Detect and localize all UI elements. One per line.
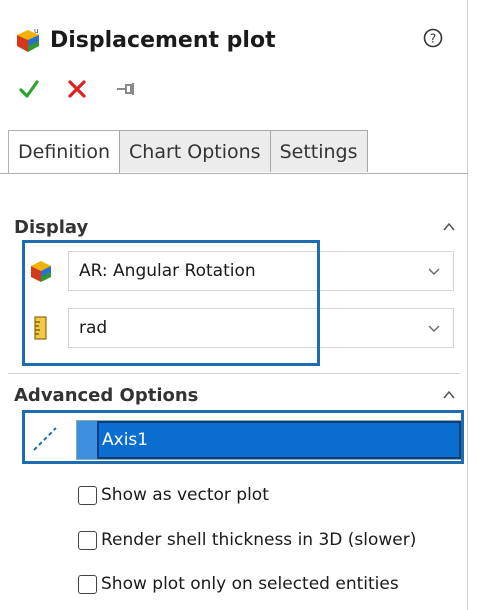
component-row: AR: Angular Rotation <box>28 251 454 291</box>
tab-strip: Definition Chart Options Settings <box>8 130 396 174</box>
chevron-up-icon[interactable] <box>441 219 457 235</box>
pin-button[interactable] <box>114 78 136 100</box>
shell-thickness-checkbox[interactable]: Render shell thickness in 3D (slower) <box>78 525 416 555</box>
tab-chart-options[interactable]: Chart Options <box>119 130 271 172</box>
axis-icon <box>33 427 57 451</box>
result-component-icon <box>31 261 51 282</box>
component-select[interactable]: AR: Angular Rotation <box>68 251 454 291</box>
vector-plot-label: Show as vector plot <box>101 485 269 505</box>
selected-entities-label: Show plot only on selected entities <box>101 574 399 594</box>
pin-icon <box>117 83 134 95</box>
svg-text:?: ? <box>430 32 436 46</box>
chevron-up-icon[interactable] <box>441 387 457 403</box>
section-divider <box>8 373 459 374</box>
advanced-section-title: Advanced Options <box>14 384 199 406</box>
chevron-down-icon <box>428 325 440 332</box>
tab-definition[interactable]: Definition <box>8 130 121 174</box>
check-icon <box>19 80 39 98</box>
advanced-section-header[interactable]: Advanced Options <box>14 380 457 410</box>
chevron-down-icon <box>428 268 440 275</box>
action-bar <box>18 74 136 104</box>
displacement-plot-icon: u <box>17 27 39 52</box>
component-select-value: AR: Angular Rotation <box>79 261 256 281</box>
shell-thickness-label: Render shell thickness in 3D (slower) <box>101 530 417 550</box>
panel-header: u Displacement plot ? <box>14 20 453 60</box>
svg-text:u: u <box>34 27 38 35</box>
axis-color-swatch <box>77 421 97 459</box>
axis-selection-field[interactable]: Axis1 <box>76 420 462 460</box>
close-icon <box>68 80 86 98</box>
checkbox[interactable] <box>78 530 97 550</box>
axis-selected-item[interactable]: Axis1 <box>97 421 461 459</box>
ok-button[interactable] <box>18 78 40 100</box>
units-select-value: rad <box>79 318 108 338</box>
axis-row: Axis1 <box>22 414 464 464</box>
page-title: Displacement plot <box>50 27 276 53</box>
property-manager-panel: u Displacement plot ? Definition Chart O… <box>0 0 468 610</box>
display-section-header[interactable]: Display <box>14 212 457 242</box>
checkbox[interactable] <box>78 574 97 594</box>
units-select[interactable]: rad <box>68 308 454 348</box>
cancel-button[interactable] <box>66 78 88 100</box>
units-row: rad <box>28 308 454 348</box>
tab-settings[interactable]: Settings <box>269 130 368 172</box>
tab-divider <box>0 173 468 174</box>
checkbox[interactable] <box>78 485 97 505</box>
ruler-icon <box>34 316 47 340</box>
vector-plot-checkbox[interactable]: Show as vector plot <box>78 480 269 510</box>
help-icon[interactable]: ? <box>423 28 443 48</box>
selected-entities-checkbox[interactable]: Show plot only on selected entities <box>78 569 399 599</box>
display-section-title: Display <box>14 216 89 238</box>
